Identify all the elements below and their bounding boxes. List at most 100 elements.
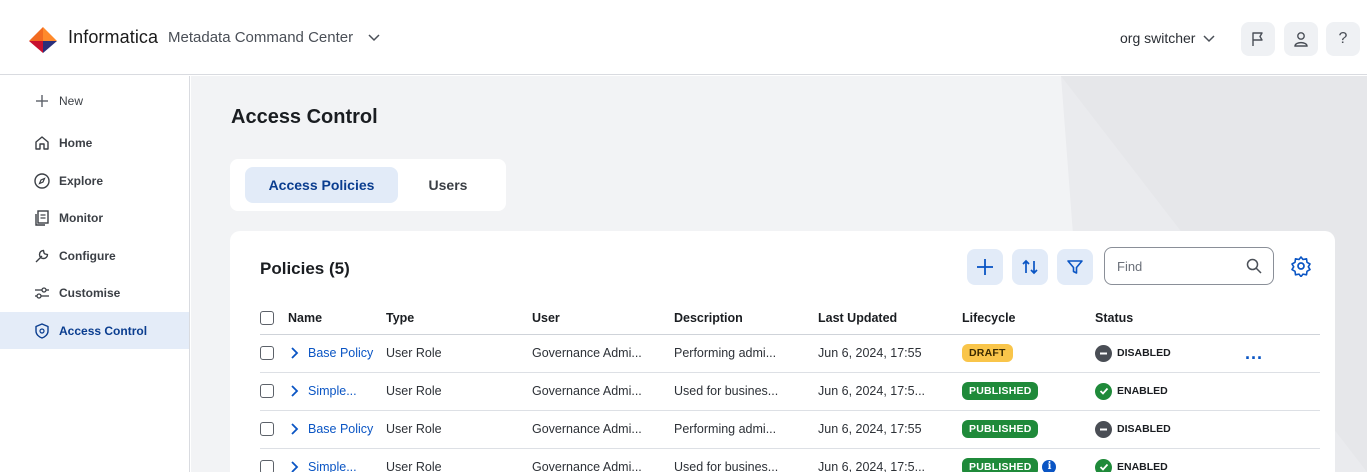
sidebar-item-label: Access Control <box>59 323 148 338</box>
find-input[interactable] <box>1117 257 1237 275</box>
monitor-icon <box>35 210 49 226</box>
policy-type: User Role <box>386 334 532 373</box>
policy-user: Governance Admi... <box>532 410 674 449</box>
policy-user: Governance Admi... <box>532 372 674 411</box>
row-checkbox[interactable] <box>260 346 274 361</box>
check-circle-icon <box>1095 458 1112 472</box>
row-checkbox[interactable] <box>260 460 274 472</box>
chevron-right-icon[interactable] <box>288 384 302 398</box>
status-indicator: ENABLED <box>1095 458 1168 472</box>
policy-description: Performing admi... <box>674 410 818 449</box>
policies-table: Name Type User Description Last Updated … <box>260 302 1320 472</box>
status-label: ENABLED <box>1117 385 1168 397</box>
policies-title: Policies (5) <box>260 259 350 278</box>
flag-button[interactable] <box>1241 22 1275 56</box>
column-header[interactable]: Description <box>674 302 818 335</box>
status-indicator: DISABLED <box>1095 420 1171 438</box>
home-icon <box>35 136 49 150</box>
tab-access-policies[interactable]: Access Policies <box>245 167 398 203</box>
status-label: ENABLED <box>1117 461 1168 472</box>
chevron-right-icon[interactable] <box>288 422 302 436</box>
lifecycle-badge: PUBLISHED <box>962 420 1039 438</box>
flag-icon <box>1252 32 1263 46</box>
user-icon <box>1294 32 1308 47</box>
status-indicator: DISABLED <box>1095 344 1171 362</box>
sidebar-item-label: Explore <box>59 173 104 188</box>
main-content: Access Control Access Policies Users Pol… <box>191 76 1367 472</box>
lifecycle-badge: DRAFT <box>962 344 1013 362</box>
policy-type: User Role <box>386 372 532 411</box>
policy-description: Used for busines... <box>674 372 818 411</box>
add-policy-button[interactable] <box>967 249 1003 285</box>
sidebar-item-configure[interactable]: Configure <box>0 237 189 274</box>
policy-name-link[interactable]: Simple... <box>308 372 386 411</box>
lifecycle-badge: PUBLISHED <box>962 382 1039 400</box>
tab-users[interactable]: Users <box>415 167 481 203</box>
policy-last-updated: Jun 6, 2024, 17:5... <box>818 448 962 472</box>
sidebar: New Home Explore Monitor Configure Custo… <box>0 76 190 472</box>
help-button[interactable]: ? <box>1326 22 1360 56</box>
sidebar-item-label: Home <box>59 135 93 150</box>
table-row[interactable]: Base Policy User Role Governance Admi...… <box>260 410 1320 449</box>
table-row[interactable]: Simple... User Role Governance Admi... U… <box>260 448 1320 472</box>
table-row[interactable]: Simple... User Role Governance Admi... U… <box>260 372 1320 411</box>
page-title: Access Control <box>231 106 378 128</box>
status-label: DISABLED <box>1117 347 1171 359</box>
plus-icon <box>36 95 48 107</box>
chevron-down-icon[interactable] <box>367 30 381 44</box>
lifecycle-badge: PUBLISHED <box>962 458 1039 472</box>
sidebar-item-access-control[interactable]: Access Control <box>0 312 189 349</box>
table-header-row: Name Type User Description Last Updated … <box>260 302 1320 335</box>
status-label: DISABLED <box>1117 423 1171 435</box>
sidebar-item-label: Configure <box>59 248 116 263</box>
compass-icon <box>34 173 50 189</box>
column-header[interactable]: Name <box>288 302 386 335</box>
product-name[interactable]: Metadata Command Center <box>168 29 353 46</box>
sidebar-item-label: Customise <box>59 285 121 300</box>
table-row[interactable]: Base Policy User Role Governance Admi...… <box>260 334 1320 373</box>
column-header[interactable]: Status <box>1095 302 1245 335</box>
policies-card: Policies (5) Find Name Type User Descrip… <box>230 231 1335 472</box>
sort-icon <box>1022 259 1038 275</box>
plus-icon <box>977 259 993 275</box>
sidebar-item-home[interactable]: Home <box>0 124 189 161</box>
sliders-icon <box>35 287 49 299</box>
sidebar-item-explore[interactable]: Explore <box>0 162 189 199</box>
row-checkbox[interactable] <box>260 384 274 399</box>
row-checkbox[interactable] <box>260 422 274 437</box>
chevron-down-icon[interactable] <box>1202 31 1216 45</box>
sort-button[interactable] <box>1012 249 1048 285</box>
user-profile-button[interactable] <box>1284 22 1318 56</box>
brand-name: Informatica <box>68 27 159 47</box>
status-indicator: ENABLED <box>1095 382 1168 400</box>
sidebar-item-customise[interactable]: Customise <box>0 274 189 311</box>
filter-button[interactable] <box>1057 249 1093 285</box>
find-box <box>1104 247 1274 285</box>
help-icon: ? <box>1338 30 1348 47</box>
row-actions-menu-icon[interactable]: ... <box>1245 343 1263 363</box>
chevron-right-icon[interactable] <box>288 346 302 360</box>
chevron-right-icon[interactable] <box>288 460 302 472</box>
policy-name-link[interactable]: Base Policy <box>308 334 386 373</box>
column-header[interactable]: Type <box>386 302 532 335</box>
info-icon[interactable]: i <box>1042 459 1057 472</box>
sidebar-item-new[interactable]: New <box>0 82 189 119</box>
table-settings-button[interactable] <box>1284 249 1318 283</box>
policy-name-link[interactable]: Simple... <box>308 448 386 472</box>
policy-description: Performing admi... <box>674 334 818 373</box>
column-header[interactable]: Lifecycle <box>962 302 1095 335</box>
column-header[interactable]: User <box>532 302 674 335</box>
policy-description: Used for busines... <box>674 448 818 472</box>
policy-type: User Role <box>386 448 532 472</box>
gear-icon <box>1291 256 1311 277</box>
shield-icon <box>35 323 49 339</box>
search-icon[interactable] <box>1245 257 1263 275</box>
disabled-icon <box>1095 420 1112 438</box>
select-all-checkbox[interactable] <box>260 311 274 326</box>
policy-last-updated: Jun 6, 2024, 17:55 <box>818 410 962 449</box>
policy-name-link[interactable]: Base Policy <box>308 410 386 449</box>
column-header[interactable]: Last Updated <box>818 302 962 335</box>
policy-last-updated: Jun 6, 2024, 17:5... <box>818 372 962 411</box>
org-switcher[interactable]: org switcher <box>1120 30 1195 46</box>
sidebar-item-monitor[interactable]: Monitor <box>0 199 189 236</box>
